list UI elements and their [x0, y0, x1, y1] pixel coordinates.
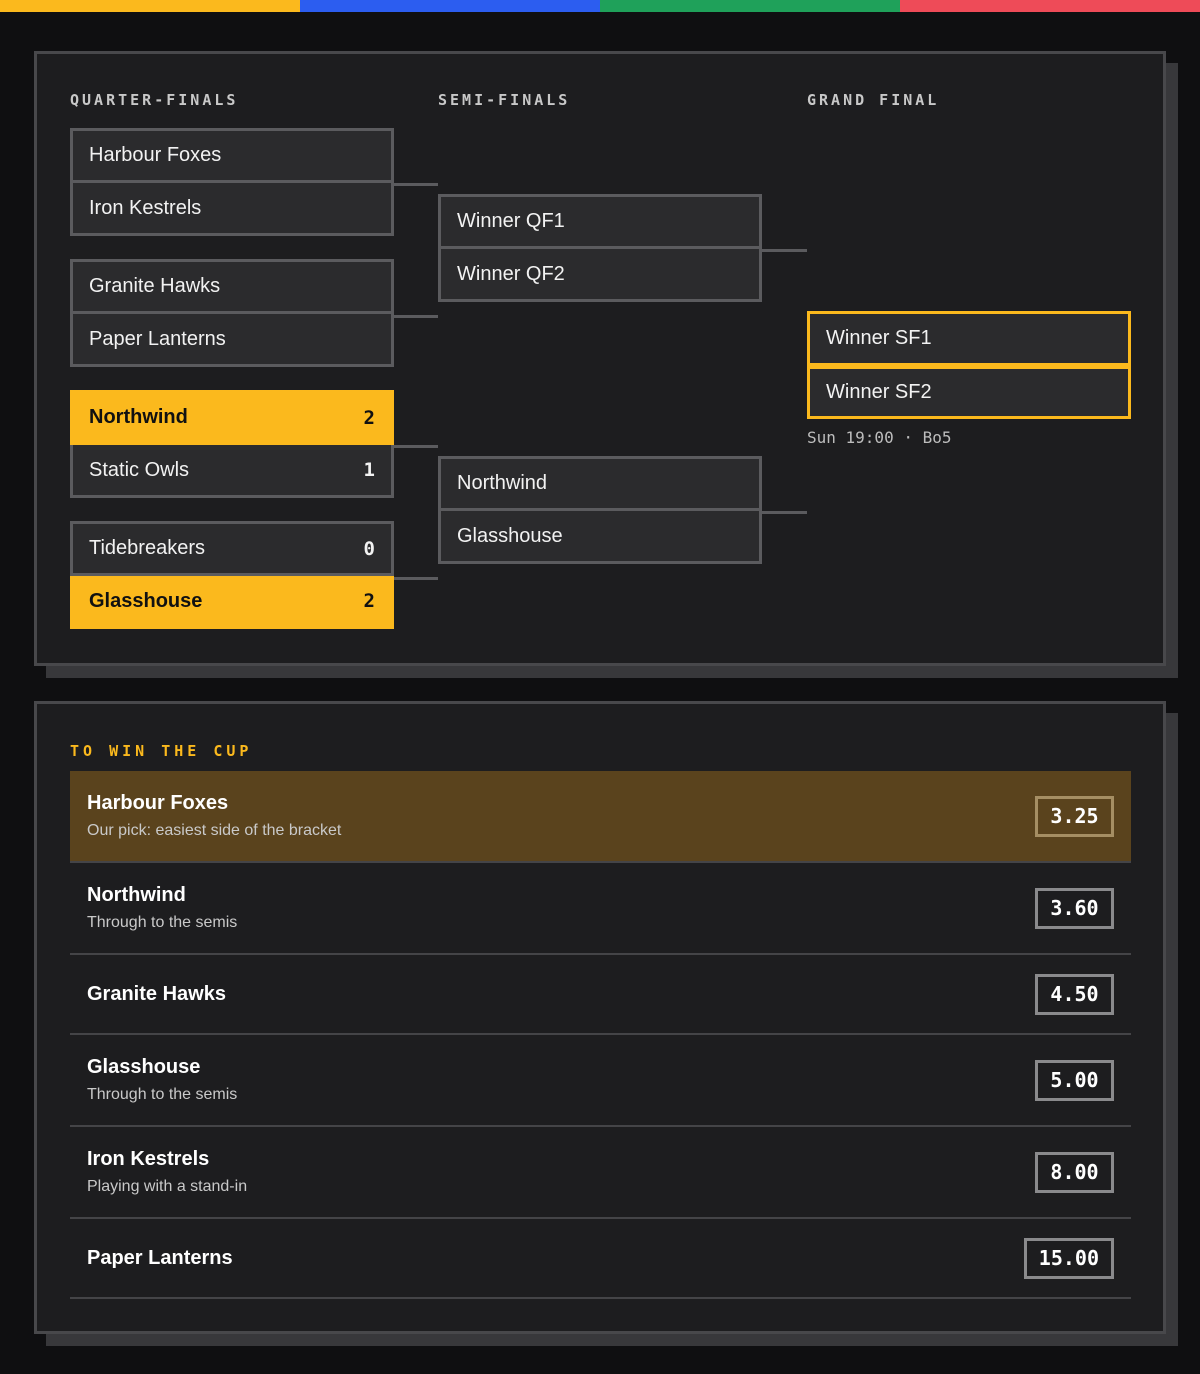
odds-row[interactable]: Glasshouse Through to the semis 5.00	[70, 1035, 1131, 1127]
odds-price-button[interactable]: 15.00	[1023, 1237, 1114, 1279]
stripe-blue	[300, 0, 600, 12]
odds-price-button[interactable]: 3.60	[1035, 887, 1114, 929]
odds-team-name: Glasshouse	[87, 1056, 201, 1078]
odds-row-text: Paper Lanterns	[87, 1247, 233, 1270]
odds-list: Harbour Foxes Our pick: easiest side of …	[70, 771, 1131, 1299]
odds-row-text: Harbour Foxes Our pick: easiest side of …	[87, 792, 341, 840]
team-name: Winner SF2	[826, 381, 932, 403]
odds-row-text: Iron Kestrels Playing with a stand-in	[87, 1148, 247, 1196]
qf1-team-a[interactable]: Harbour Foxes	[70, 128, 394, 183]
team-name: Northwind	[457, 472, 548, 494]
qf4-team-b-winner[interactable]: Glasshouse 2	[70, 576, 394, 629]
stripe-red	[900, 0, 1200, 12]
odds-team-name: Northwind	[87, 884, 186, 906]
odds-row-text: Granite Hawks	[87, 983, 226, 1006]
team-name: Harbour Foxes	[89, 144, 222, 166]
qf3-team-b[interactable]: Static Owls 1	[70, 445, 394, 498]
stripe-yellow	[0, 0, 300, 12]
qf4-team-a[interactable]: Tidebreakers 0	[70, 521, 394, 576]
odds-team-name: Granite Hawks	[87, 982, 226, 1005]
qf1-match[interactable]: Harbour Foxes Iron Kestrels	[70, 128, 394, 236]
qf2-connector	[394, 315, 438, 318]
odds-team-note: Through to the semis	[87, 1086, 238, 1103]
odds-panel: TO WIN THE CUP Harbour Foxes Our pick: e…	[34, 701, 1166, 1334]
team-name: Glasshouse	[457, 524, 563, 547]
sf1-team-b[interactable]: Winner QF2	[438, 249, 762, 302]
odds-price-button[interactable]: 4.50	[1035, 973, 1114, 1015]
odds-row[interactable]: Northwind Through to the semis 3.60	[70, 863, 1131, 955]
odds-row[interactable]: Iron Kestrels Playing with a stand-in 8.…	[70, 1127, 1131, 1219]
odds-team-note: Our pick: easiest side of the bracket	[87, 822, 342, 839]
qf3-team-a-winner[interactable]: Northwind 2	[70, 390, 394, 445]
odds-row-text: Northwind Through to the semis	[87, 884, 237, 932]
qf4-match[interactable]: Tidebreakers 0 Glasshouse 2	[70, 521, 394, 629]
odds-row[interactable]: Paper Lanterns 15.00	[70, 1219, 1131, 1299]
qf3-match[interactable]: Northwind 2 Static Owls 1	[70, 390, 394, 498]
odds-team-name: Iron Kestrels	[87, 1148, 210, 1170]
team-name: Northwind	[89, 406, 188, 428]
team-name: Granite Hawks	[89, 275, 221, 297]
odds-team-name: Harbour Foxes	[87, 792, 229, 814]
qf2-match[interactable]: Granite Hawks Paper Lanterns	[70, 259, 394, 367]
odds-heading: TO WIN THE CUP	[70, 742, 253, 760]
final-team-a[interactable]: Winner SF1	[807, 311, 1131, 366]
qf2-team-a[interactable]: Granite Hawks	[70, 259, 394, 314]
team-name: Paper Lanterns	[89, 327, 226, 350]
team-score: 2	[363, 406, 375, 429]
odds-row-text: Glasshouse Through to the semis	[87, 1056, 237, 1104]
odds-price-button[interactable]: 8.00	[1035, 1151, 1114, 1193]
final-schedule: Sun 19:00 · Bo5	[807, 428, 952, 447]
team-name: Winner QF1	[457, 210, 565, 232]
team-score: 1	[363, 459, 375, 481]
team-name: Winner QF2	[457, 262, 565, 285]
odds-row-pick[interactable]: Harbour Foxes Our pick: easiest side of …	[70, 771, 1131, 863]
odds-team-note: Through to the semis	[87, 914, 238, 931]
sf1-match[interactable]: Winner QF1 Winner QF2	[438, 194, 762, 302]
odds-price-button[interactable]: 5.00	[1035, 1059, 1114, 1101]
team-score: 0	[363, 537, 375, 560]
qf3-connector	[394, 445, 438, 448]
qf2-team-b[interactable]: Paper Lanterns	[70, 314, 394, 367]
team-name: Iron Kestrels	[89, 196, 202, 219]
odds-row[interactable]: Granite Hawks 4.50	[70, 955, 1131, 1035]
odds-team-name: Paper Lanterns	[87, 1246, 233, 1269]
team-score: 2	[363, 590, 375, 612]
sf2-team-b[interactable]: Glasshouse	[438, 511, 762, 564]
stripe-green	[600, 0, 900, 12]
odds-team-note: Playing with a stand-in	[87, 1178, 248, 1195]
sf2-team-a[interactable]: Northwind	[438, 456, 762, 511]
grand-final-heading: GRAND FINAL	[807, 91, 940, 109]
sf2-match[interactable]: Northwind Glasshouse	[438, 456, 762, 564]
team-name: Winner SF1	[826, 327, 932, 349]
team-name: Static Owls	[89, 458, 190, 481]
sf1-connector	[762, 249, 807, 252]
team-name: Tidebreakers	[89, 537, 205, 559]
odds-price-button[interactable]: 3.25	[1035, 795, 1114, 837]
semi-finals-heading: SEMI-FINALS	[438, 91, 571, 109]
qf1-team-b[interactable]: Iron Kestrels	[70, 183, 394, 236]
team-name: Glasshouse	[89, 589, 203, 612]
bracket-panel: QUARTER-FINALS SEMI-FINALS GRAND FINAL H…	[34, 51, 1166, 666]
color-stripe	[0, 0, 1200, 12]
qf4-connector	[394, 577, 438, 580]
final-team-b[interactable]: Winner SF2	[807, 366, 1131, 419]
quarter-finals-heading: QUARTER-FINALS	[70, 91, 239, 109]
sf1-team-a[interactable]: Winner QF1	[438, 194, 762, 249]
sf2-connector	[762, 511, 807, 514]
qf1-connector	[394, 183, 438, 186]
grand-final-match[interactable]: Winner SF1 Winner SF2	[807, 311, 1131, 419]
